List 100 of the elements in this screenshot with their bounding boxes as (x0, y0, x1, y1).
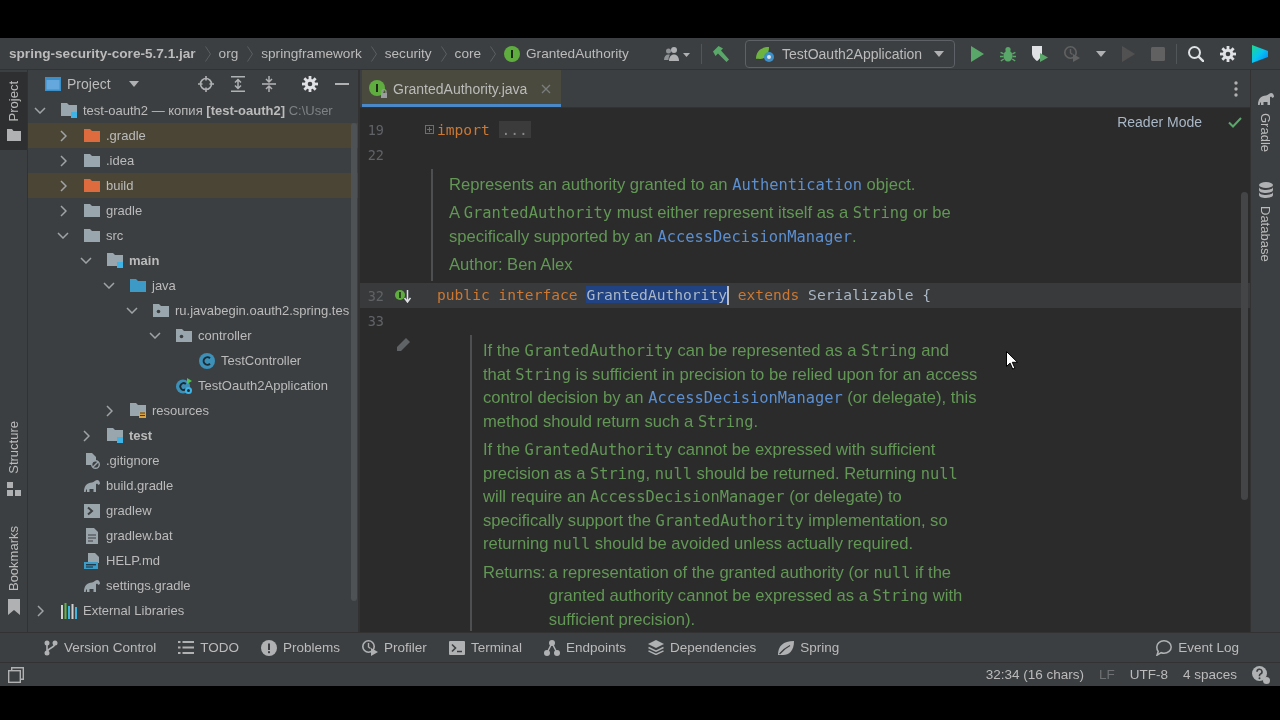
tool-window-tab[interactable]: Problems (257, 636, 345, 659)
tool-window-tab[interactable]: Terminal (444, 637, 526, 658)
chevron-right-icon[interactable] (59, 204, 67, 217)
run-configuration-dropdown[interactable]: TestOauth2Application (745, 39, 955, 68)
bug-icon[interactable] (1000, 45, 1016, 62)
status-item[interactable]: 32:34 (16 chars) (985, 667, 1084, 682)
breadcrumb[interactable]: org (218, 46, 239, 61)
tool-window-button[interactable]: Structure (0, 412, 27, 505)
tree-item[interactable]: resources (152, 403, 210, 418)
people-icon[interactable] (664, 45, 690, 62)
tool-window-tab[interactable]: Spring (774, 637, 844, 658)
tool-window-button[interactable]: Bookmarks (0, 516, 27, 624)
tool-window-button[interactable]: Project (0, 72, 27, 151)
tree-item[interactable]: test (129, 428, 153, 443)
status-item[interactable]: 4 spaces (1182, 667, 1237, 682)
tree-item[interactable]: gradle (106, 203, 143, 218)
play-icon[interactable] (971, 45, 984, 62)
doc-link[interactable]: AccessDecisionManager (657, 228, 853, 246)
shield-play-icon[interactable] (1032, 45, 1048, 62)
tree-item[interactable]: TestOauth2Application (198, 378, 329, 393)
tree-item[interactable]: main (129, 253, 160, 268)
tool-window-tab[interactable]: Event Log (1152, 636, 1243, 659)
tree-item[interactable]: gradlew (106, 503, 152, 518)
breadcrumb[interactable]: GrantedAuthority (504, 45, 629, 62)
breadcrumb[interactable]: core (454, 46, 482, 61)
hammer-icon[interactable] (713, 45, 729, 62)
speech-bubble-icon (1156, 639, 1173, 656)
tree-item[interactable]: settings.gradle (106, 578, 191, 593)
folder-icon (84, 154, 100, 167)
doc-link[interactable]: AccessDecisionManager (648, 389, 843, 407)
tree-item[interactable]: .gitignore (106, 453, 160, 468)
chevron-separator-icon (247, 45, 254, 62)
scrollbar-thumb[interactable] (351, 123, 357, 601)
chevron-separator-icon (370, 45, 377, 62)
tree-item[interactable]: HELP.md (106, 553, 160, 568)
settings-icon[interactable] (1220, 45, 1236, 62)
doc-paragraph: Represents an authority granted to an Authentication object. (449, 174, 917, 196)
scrollbar-thumb[interactable] (1241, 192, 1248, 500)
tree-item[interactable]: build.gradle (106, 478, 174, 493)
folder-icon (84, 129, 100, 142)
close-icon[interactable] (541, 83, 552, 94)
tree-item[interactable]: java (152, 278, 176, 293)
tree-item[interactable]: .gradle (106, 128, 146, 143)
editor-tab[interactable]: GrantedAuthority.java (362, 70, 562, 107)
tool-window-button[interactable]: Database (1251, 173, 1280, 271)
folder-icon (84, 204, 100, 217)
search-icon[interactable] (1188, 45, 1204, 62)
breadcrumb[interactable]: spring-security-core-5.7.1.jar (9, 46, 196, 61)
circle-i-arrow-icon[interactable] (395, 288, 411, 303)
chevron-right-icon[interactable] (82, 429, 90, 442)
chevron-right-icon[interactable] (59, 154, 67, 167)
chevron-down-icon[interactable] (57, 232, 69, 239)
tree-item[interactable]: controller (198, 328, 252, 343)
tree-item[interactable]: ru.javabegin.oauth2.spring.tes (175, 303, 350, 318)
tool-window-tab[interactable]: TODO (174, 637, 244, 658)
tool-window-tab[interactable]: Profiler (358, 636, 431, 659)
tree-item[interactable]: gradlew.bat (106, 528, 173, 543)
chevron-right-icon[interactable] (105, 404, 113, 417)
doc-paragraph: A GrantedAuthority must either represent itself as a String or be specifically supported by an AccessDecisionManager. (449, 202, 952, 248)
tool-window-tab[interactable]: Dependencies (643, 637, 761, 658)
database-icon (1258, 182, 1273, 199)
tool-window-tab[interactable]: Version Control (40, 636, 161, 659)
doc-link[interactable]: Authentication (732, 176, 862, 194)
tree-item[interactable]: External Libraries (83, 603, 185, 618)
gradient-logo-icon[interactable] (1252, 44, 1268, 63)
breadcrumb[interactable]: springframework (261, 46, 362, 61)
tree-item[interactable]: .idea (106, 153, 135, 168)
chevron-down-icon[interactable] (34, 107, 46, 114)
tree-item[interactable]: TestController (221, 353, 302, 368)
plus-square-icon[interactable] (425, 125, 434, 134)
tree-item[interactable]: test-oauth2 — копия [test-oauth2] C:\User (83, 103, 333, 118)
file-blocked-icon (84, 452, 100, 469)
collapse-all-icon[interactable] (262, 76, 276, 92)
help-icon[interactable] (1252, 665, 1270, 684)
view-selector-dropdown[interactable]: Project (45, 76, 139, 92)
breadcrumb[interactable]: security (384, 46, 432, 61)
crosshair-icon[interactable] (198, 76, 214, 92)
chevron-down-icon[interactable] (103, 282, 115, 289)
tree-item[interactable]: src (106, 228, 124, 243)
reader-mode-toggle[interactable]: Reader Mode (1117, 114, 1202, 130)
elephant-icon (84, 579, 100, 592)
chevron-right-icon[interactable] (59, 129, 67, 142)
overlapping-squares-icon[interactable] (8, 666, 24, 683)
tool-window-tab[interactable]: Endpoints (539, 636, 630, 659)
tree-item[interactable]: build (106, 178, 134, 193)
expand-all-icon[interactable] (231, 76, 245, 92)
tool-window-button[interactable]: Gradle (1251, 84, 1280, 162)
code-line: public interface GrantedAuthority extends Serializable { (437, 285, 1250, 306)
caret-down-icon[interactable] (1096, 50, 1106, 57)
chevron-right-icon[interactable] (36, 604, 44, 617)
kebab-menu-icon[interactable] (1234, 80, 1238, 97)
settings-icon[interactable] (302, 76, 318, 92)
chevron-right-icon[interactable] (59, 179, 67, 192)
chevron-down-icon[interactable] (126, 307, 138, 314)
chevron-down-icon[interactable] (149, 332, 161, 339)
chevron-down-icon[interactable] (80, 257, 92, 264)
status-item[interactable]: UTF-8 (1129, 667, 1168, 682)
pencil-icon[interactable] (396, 338, 410, 352)
folder-icon (6, 129, 21, 142)
window-icon (45, 77, 61, 91)
